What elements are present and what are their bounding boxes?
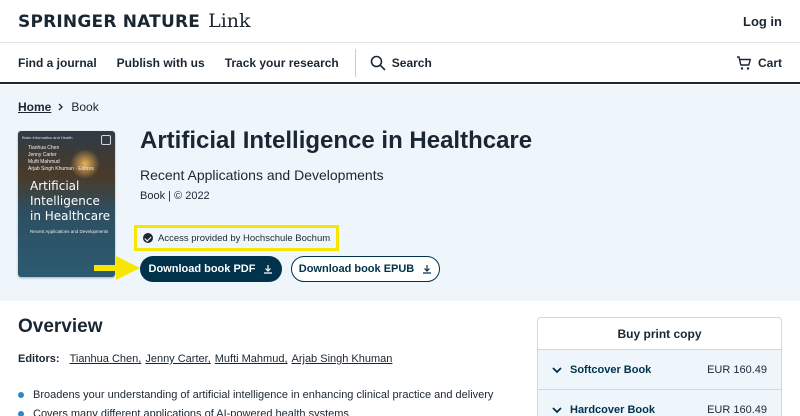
editor-link[interactable]: Mufti Mahmud, [215, 353, 288, 365]
editor-link[interactable]: Tianhua Chen, [70, 353, 142, 365]
book-title: Artificial Intelligence in Healthcare [140, 127, 533, 154]
search-label: Search [391, 55, 432, 70]
breadcrumb-home[interactable]: Home [18, 100, 51, 114]
editor-link[interactable]: Jenny Carter, [145, 353, 210, 365]
nav-find-journal[interactable]: Find a journal [18, 56, 97, 70]
buy-option-hardcover[interactable]: Hardcover Book EUR 160.49 [538, 390, 781, 416]
brand-name: SPRINGER NATURE [18, 12, 201, 32]
nav-publish[interactable]: Publish with us [117, 56, 205, 70]
brand-link-text: Link [208, 10, 251, 32]
nav-track-research[interactable]: Track your research [225, 56, 339, 70]
buy-option-price: EUR 160.49 [707, 363, 767, 376]
buy-option-softcover[interactable]: Softcover Book EUR 160.49 [538, 350, 781, 390]
cover-author: Tianhua Chen [28, 145, 60, 151]
cover-author: Jenny Carter [28, 152, 57, 158]
buy-option-price: EUR 160.49 [707, 403, 767, 416]
overview-heading: Overview [18, 316, 103, 337]
download-icon [423, 265, 432, 274]
check-circle-icon [143, 233, 153, 243]
buy-panel-title: Buy print copy [538, 318, 781, 350]
highlights-list: Broadens your understanding of artificia… [18, 387, 518, 416]
editors-label: Editors: [18, 353, 60, 365]
download-pdf-button[interactable]: Download book PDF [140, 256, 282, 282]
book-hero: Home Book Brain Informatics and Health T… [0, 85, 800, 301]
expand-icon[interactable] [101, 135, 111, 145]
access-text: Access provided by Hochschule Bochum [158, 232, 331, 244]
chevron-right-icon [58, 103, 64, 111]
download-epub-label: Download book EPUB [298, 263, 415, 275]
access-badge: Access provided by Hochschule Bochum [134, 225, 340, 251]
buy-option-format: Softcover Book [570, 363, 652, 376]
list-item: Broadens your understanding of artificia… [18, 387, 518, 406]
top-header: SPRINGER NATURE Link Log in [0, 0, 800, 43]
cover-subtitle: Recent Applications and Developments [30, 229, 109, 234]
download-epub-button[interactable]: Download book EPUB [291, 256, 440, 282]
pointer-arrow-icon [94, 256, 140, 280]
buy-print-panel: Buy print copy Softcover Book EUR 160.49… [537, 317, 782, 416]
breadcrumb: Home Book [18, 100, 99, 114]
download-icon [264, 265, 273, 274]
editors-line: Editors: Tianhua Chen, Jenny Carter, Muf… [18, 353, 392, 365]
cart-label: Cart [757, 56, 782, 70]
search-button[interactable]: Search [370, 55, 432, 71]
cover-authors: Tianhua Chen Jenny Carter Mufti Mahmud A… [28, 145, 108, 173]
book-meta: Book | © 2022 [140, 190, 210, 202]
buy-option-format: Hardcover Book [570, 403, 655, 416]
list-item: Covers many different applications of AI… [18, 406, 518, 416]
main-nav: Find a journal Publish with us Track you… [0, 43, 800, 84]
editor-link[interactable]: Arjab Singh Khuman [292, 353, 393, 365]
nav-divider [354, 48, 356, 77]
login-link[interactable]: Log in [743, 14, 782, 29]
cover-series: Brain Informatics and Health [22, 135, 73, 140]
chevron-down-icon [552, 406, 562, 413]
cover-title: Artificial Intelligence in Healthcare [30, 179, 111, 223]
cart-icon [736, 56, 751, 70]
search-icon [370, 55, 386, 70]
cart-button[interactable]: Cart [736, 55, 782, 71]
chevron-down-icon [552, 366, 562, 373]
brand-logo[interactable]: SPRINGER NATURE Link [18, 10, 251, 32]
cover-author: Mufti Mahmud [28, 159, 60, 165]
download-pdf-label: Download book PDF [148, 263, 256, 275]
book-subtitle: Recent Applications and Developments [140, 167, 384, 183]
cover-author: Arjab Singh Khuman · Editors [28, 166, 94, 172]
breadcrumb-current: Book [71, 100, 99, 114]
